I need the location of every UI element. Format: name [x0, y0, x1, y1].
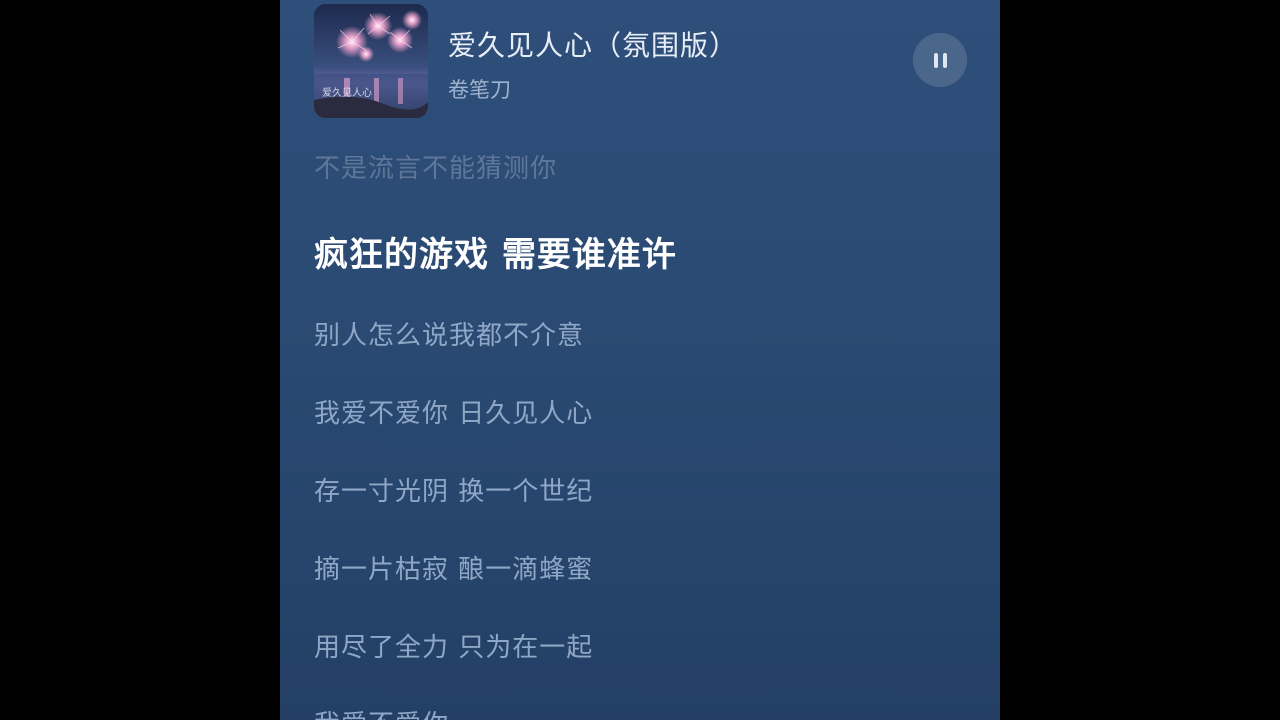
lyric-line[interactable]: 用尽了全力 只为在一起: [314, 627, 593, 664]
song-title[interactable]: 爱久见人心（氛围版）: [448, 24, 738, 64]
lyric-line[interactable]: 存一寸光阴 换一个世纪: [314, 471, 593, 508]
lyric-line[interactable]: 我爱不爱你: [314, 704, 449, 720]
pause-button[interactable]: [913, 33, 967, 87]
lyric-line-previous[interactable]: 不是流言不能猜测你: [314, 148, 557, 185]
cover-title-text: 爱久见人心: [322, 86, 372, 99]
now-playing-header: 爱久见人心 爱久见人心（氛围版） 卷笔刀: [314, 4, 967, 118]
lyric-line-current[interactable]: 疯狂的游戏 需要谁准许: [314, 227, 677, 276]
lyric-line[interactable]: 别人怎么说我都不介意: [314, 315, 584, 352]
pause-icon: [933, 52, 947, 68]
album-cover-art: 爱久见人心: [314, 4, 428, 118]
album-cover[interactable]: 爱久见人心: [314, 4, 428, 118]
lyric-line[interactable]: 我爱不爱你 日久见人心: [314, 393, 593, 430]
artist-name[interactable]: 卷笔刀: [448, 74, 511, 104]
music-player-screen: 爱久见人心 爱久见人心（氛围版） 卷笔刀 不是流言不能猜测你 疯狂的游戏 需要谁…: [280, 0, 1000, 720]
lyric-line[interactable]: 摘一片枯寂 酿一滴蜂蜜: [314, 549, 593, 586]
